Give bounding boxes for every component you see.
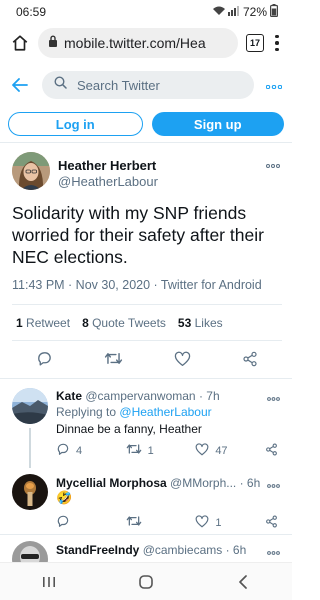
reply-icon[interactable] xyxy=(36,350,53,372)
like-count: 1 xyxy=(215,516,222,529)
reply-header: Kate @campervanwoman · 7h xyxy=(56,389,220,403)
signup-button[interactable]: Sign up xyxy=(151,112,284,136)
reply-count: 4 xyxy=(76,444,83,457)
thread-line xyxy=(29,428,31,468)
like-icon[interactable] xyxy=(174,351,191,372)
reply-author-name[interactable]: StandFreeIndy xyxy=(56,543,139,557)
retweet-icon xyxy=(126,442,142,459)
tweet-timestamp[interactable]: 11:43 PM · Nov 30, 2020 · Twitter for An… xyxy=(12,278,262,292)
quote-stat[interactable]: 8 Quote Tweets xyxy=(82,316,166,330)
replying-to: Replying to @HeatherLabour xyxy=(56,405,212,419)
browser-menu-icon[interactable] xyxy=(272,34,282,52)
author-handle[interactable]: @HeatherLabour xyxy=(58,174,158,189)
reply-author-handle[interactable]: @campervanwoman xyxy=(85,389,195,403)
reply-author-name[interactable]: Mycellial Morphosa xyxy=(56,476,167,490)
tweet-options-icon[interactable] xyxy=(267,390,280,404)
reply-icon xyxy=(56,442,70,459)
reply-time[interactable]: · 7h xyxy=(199,389,220,403)
reply-tweet[interactable]: Kate @campervanwoman · 7h Replying to @H… xyxy=(0,380,292,468)
quote-stat-label: Quote Tweets xyxy=(92,316,166,330)
likes-stat-label: Likes xyxy=(194,316,223,330)
status-right: 72% xyxy=(212,4,279,20)
home-icon[interactable] xyxy=(10,33,30,53)
reply-action[interactable] xyxy=(56,514,92,531)
battery-icon xyxy=(270,4,279,20)
retweet-stat-label: Retweet xyxy=(26,316,71,330)
back-nav-icon[interactable] xyxy=(223,567,263,597)
replying-to-mention[interactable]: @HeatherLabour xyxy=(119,405,211,419)
reply-author-handle[interactable]: @cambiecams xyxy=(143,543,223,557)
system-nav-bar xyxy=(0,562,292,600)
tweet-text: Solidarity with my SNP friends worried f… xyxy=(12,203,264,267)
like-count: 47 xyxy=(215,444,228,457)
retweet-count: 1 xyxy=(16,316,23,330)
more-options-icon[interactable] xyxy=(265,76,283,94)
reply-text: Dinnae be a fanny, Heather xyxy=(56,422,202,436)
share-icon[interactable] xyxy=(265,443,278,459)
address-bar[interactable]: mobile.twitter.com/Hea xyxy=(38,28,238,58)
quote-count: 8 xyxy=(82,316,89,330)
lock-icon xyxy=(48,34,58,52)
like-action[interactable]: 1 xyxy=(195,514,231,531)
twitter-header: Search Twitter xyxy=(0,66,292,104)
replying-to-prefix: Replying to xyxy=(56,405,117,419)
reply-author-handle[interactable]: @MMorph... xyxy=(170,476,236,490)
reply-header: Mycellial Morphosa @MMorph... · 6h xyxy=(56,476,260,490)
share-icon[interactable] xyxy=(265,515,278,531)
search-icon xyxy=(54,76,67,94)
likes-stat[interactable]: 53 Likes xyxy=(178,316,223,330)
status-bar: 06:59 72% xyxy=(0,0,292,24)
tweet-options-icon[interactable] xyxy=(267,477,280,491)
browser-toolbar: mobile.twitter.com/Hea 17 xyxy=(0,26,292,60)
tweet-stats: 1 Retweet 8 Quote Tweets 53 Likes xyxy=(16,316,223,330)
avatar[interactable] xyxy=(12,541,48,562)
avatar[interactable] xyxy=(12,388,48,424)
like-icon xyxy=(195,514,209,531)
divider xyxy=(12,304,282,305)
reply-tweet[interactable]: StandFreeIndy @cambiecams · 6h xyxy=(0,535,292,562)
tweet-options-icon[interactable] xyxy=(266,156,280,171)
recent-apps-icon[interactable] xyxy=(29,567,69,597)
likes-count: 53 xyxy=(177,316,192,330)
retweet-action[interactable] xyxy=(126,514,162,531)
reply-tweet[interactable]: Mycellial Morphosa @MMorph... · 6h 🤣 1 xyxy=(0,468,292,534)
reply-header: StandFreeIndy @cambiecams · 6h xyxy=(56,543,246,557)
retweet-stat[interactable]: 1 Retweet xyxy=(16,316,70,330)
wifi-signal-icon xyxy=(212,5,240,19)
url-text: mobile.twitter.com/Hea xyxy=(64,35,206,51)
reply-time[interactable]: · 6h xyxy=(226,543,247,557)
retweet-icon xyxy=(126,514,142,531)
reply-actions: 4 1 47 xyxy=(56,442,278,459)
reply-icon xyxy=(56,514,70,531)
tweet-author: Heather Herbert @HeatherLabour xyxy=(12,152,282,192)
retweet-action[interactable]: 1 xyxy=(126,442,162,459)
avatar[interactable] xyxy=(12,152,50,190)
retweet-icon[interactable] xyxy=(104,350,123,372)
reply-text: 🤣 xyxy=(56,490,73,505)
divider xyxy=(12,340,282,341)
tweet-options-icon[interactable] xyxy=(267,544,280,558)
battery-percent: 72% xyxy=(242,5,267,19)
divider xyxy=(0,142,292,143)
tweet-actions xyxy=(36,350,258,372)
auth-buttons: Log in Sign up xyxy=(8,112,284,136)
retweet-count: 1 xyxy=(147,444,154,457)
avatar[interactable] xyxy=(12,474,48,510)
reply-author-name[interactable]: Kate xyxy=(56,389,82,403)
search-placeholder: Search Twitter xyxy=(77,77,160,93)
status-time: 06:59 xyxy=(16,5,47,19)
share-icon[interactable] xyxy=(242,351,258,372)
divider xyxy=(0,378,292,379)
back-arrow-icon[interactable] xyxy=(10,75,30,95)
search-input[interactable]: Search Twitter xyxy=(42,71,254,99)
reply-time[interactable]: · 6h xyxy=(240,476,261,490)
like-action[interactable]: 47 xyxy=(195,442,231,459)
login-button[interactable]: Log in xyxy=(8,112,143,136)
tab-switcher-button[interactable]: 17 xyxy=(246,34,264,52)
home-nav-icon[interactable] xyxy=(126,567,166,597)
reply-actions: 1 xyxy=(56,514,278,531)
author-name[interactable]: Heather Herbert xyxy=(58,158,156,173)
like-icon xyxy=(195,442,209,459)
reply-action[interactable]: 4 xyxy=(56,442,92,459)
